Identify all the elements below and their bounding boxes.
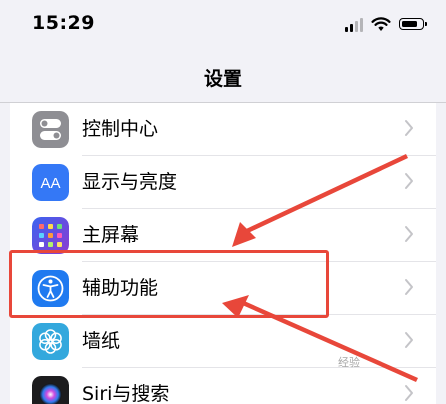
arrow-icon xyxy=(222,295,418,382)
annotation-arrows xyxy=(222,154,418,382)
arrow-icon xyxy=(232,154,408,247)
watermark: 经验 xyxy=(338,356,360,369)
